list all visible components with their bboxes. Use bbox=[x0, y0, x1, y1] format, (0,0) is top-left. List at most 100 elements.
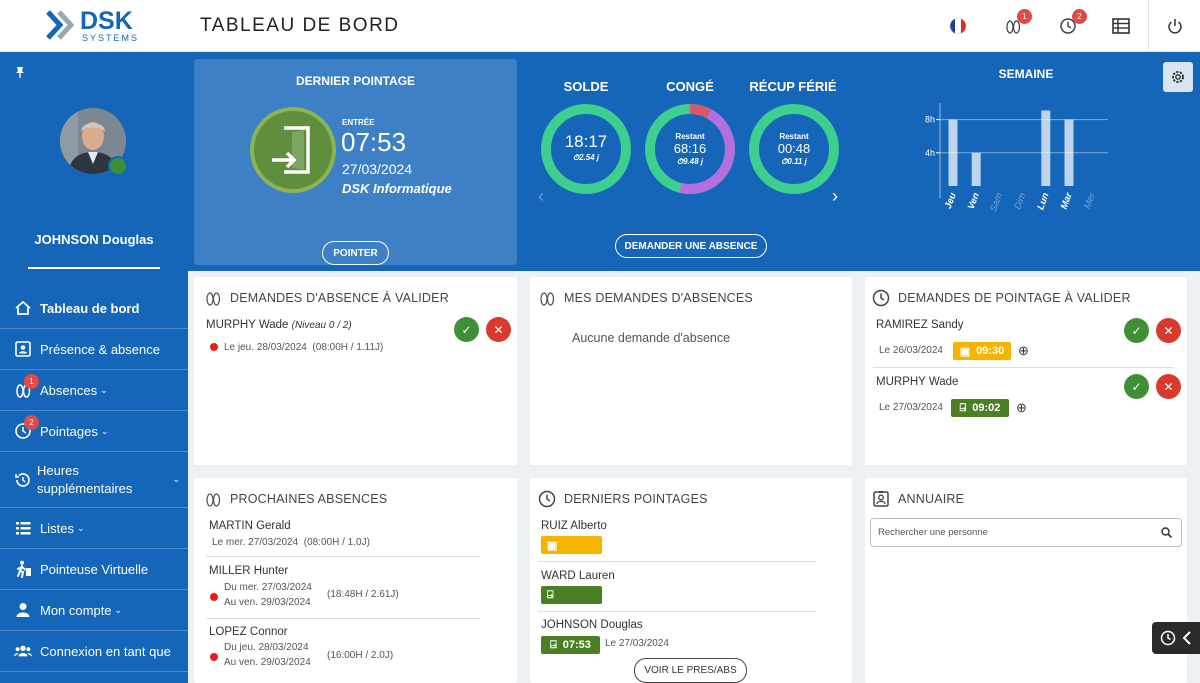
sidebar-item-pointeuse-virtuelle[interactable]: Pointeuse Virtuelle bbox=[0, 549, 188, 590]
sidebar-nav: Tableau de bord Présence & absence 1 Abs… bbox=[0, 288, 188, 672]
request-absence-button[interactable]: DEMANDER UNE ABSENCE bbox=[615, 234, 767, 258]
pointer-button[interactable]: POINTER bbox=[322, 241, 389, 265]
sidebar-item-label: Tableau de bord bbox=[40, 300, 140, 316]
x-tick-label: Jeu bbox=[943, 191, 959, 210]
flip-flops-icon bbox=[540, 292, 555, 306]
absences-notifications-button[interactable]: 1 bbox=[1000, 9, 1032, 39]
user-name: JOHNSON Douglas bbox=[34, 232, 154, 247]
punch-tag[interactable]: ⍈ bbox=[541, 586, 602, 604]
punch-date: Le 27/03/2024 bbox=[879, 402, 943, 413]
logout-button[interactable] bbox=[1148, 0, 1200, 52]
approve-button[interactable]: ✓ bbox=[1124, 318, 1149, 343]
briefcase-icon: ▣ bbox=[547, 539, 558, 552]
gauge-prev-arrow-icon[interactable]: ‹ bbox=[538, 186, 544, 207]
page-title: TABLEAU DE BORD bbox=[200, 15, 400, 36]
x-tick-label: Dim bbox=[1012, 191, 1028, 211]
last-punch-title: DERNIER POINTAGE bbox=[295, 74, 416, 88]
punch-date: 27/03/2024 bbox=[342, 161, 413, 177]
sidebar-item-label: Présence & absence bbox=[40, 341, 160, 357]
sidebar-item-pointages[interactable]: 2 Pointages ⌄ bbox=[0, 411, 188, 452]
sidebar-item-label: Pointeuse Virtuelle bbox=[40, 561, 149, 577]
approve-button[interactable]: ✓ bbox=[1124, 374, 1149, 399]
card-title: ANNUAIRE bbox=[898, 492, 965, 506]
divider bbox=[873, 367, 1173, 368]
gauge-next-arrow-icon[interactable]: › bbox=[832, 186, 838, 207]
chevron-down-icon: ⌄ bbox=[172, 474, 180, 484]
directory-search-input[interactable]: Rechercher une personne bbox=[870, 518, 1182, 547]
walking-person-icon bbox=[17, 560, 31, 578]
add-circle-icon[interactable]: ⊕ bbox=[1016, 400, 1027, 416]
online-status-dot bbox=[108, 156, 128, 176]
punch-tag[interactable]: ▣ bbox=[541, 536, 602, 554]
sidebar-item-absences[interactable]: 1 Absences ⌄ bbox=[0, 370, 188, 411]
y-tick-label: 4h bbox=[925, 148, 935, 158]
absence-hours: (08:00H / 1.11J) bbox=[312, 342, 384, 353]
punch-time-tag[interactable]: ⍈ 09:02 bbox=[951, 399, 1009, 417]
menu-grid-button[interactable] bbox=[1108, 13, 1134, 39]
absence-date: Le mer. 27/03/2024 bbox=[212, 537, 299, 548]
chevron-down-icon: ⌄ bbox=[100, 384, 108, 395]
sidebar-item-label: Mon compte bbox=[40, 602, 112, 618]
table-icon bbox=[1112, 18, 1130, 34]
gauge-recup: Restant 00:48 ⏱0.11 j bbox=[748, 103, 840, 195]
reject-button[interactable]: ✕ bbox=[1156, 374, 1181, 399]
briefcase-icon: ▣ bbox=[959, 345, 971, 358]
sidebar-item-connexion-en-tant-que[interactable]: Connexion en tant que bbox=[0, 631, 188, 672]
card-directory: ANNUAIRE bbox=[865, 478, 1187, 683]
x-tick-label: Mar bbox=[1059, 190, 1076, 211]
sidebar-item-heures-supplementaires[interactable]: Heures supplémentaires ⌄ bbox=[0, 452, 188, 508]
x-tick-label: Ven bbox=[966, 191, 982, 211]
solde-days: 2.54 j bbox=[579, 153, 600, 162]
sidebar-item-label: Connexion en tant que bbox=[40, 643, 171, 659]
dsk-logo[interactable]: DSK SYSTEMS bbox=[46, 7, 146, 44]
sidebar-item-presence-absence[interactable]: Présence & absence bbox=[0, 329, 188, 370]
absence-date-to: Au ven. 29/03/2024 bbox=[224, 597, 311, 608]
punch-date: Le 26/03/2024 bbox=[879, 345, 943, 356]
punch-time: 09:02 bbox=[972, 402, 1001, 414]
sidebar-item-mon-compte[interactable]: Mon compte ⌄ bbox=[0, 590, 188, 631]
punch-tag[interactable]: ⍈ 07:53 bbox=[541, 636, 600, 654]
view-presence-button[interactable]: VOIR LE PRES/ABS bbox=[634, 658, 747, 683]
pointages-notifications-button[interactable]: 2 bbox=[1055, 9, 1087, 39]
punch-time: 07:53 bbox=[562, 639, 591, 651]
absence-hours: (08:00H / 1.0J) bbox=[303, 537, 370, 548]
gauge-title-recup: RÉCUP FÉRIÉ bbox=[749, 79, 837, 94]
pin-icon[interactable] bbox=[14, 66, 26, 78]
card-title: PROCHAINES ABSENCES bbox=[230, 492, 388, 506]
sidebar-item-tableau-de-bord[interactable]: Tableau de bord bbox=[0, 288, 188, 329]
reject-button[interactable]: ✕ bbox=[486, 317, 511, 342]
punch-time-tag[interactable]: ▣ 09:30 bbox=[953, 342, 1011, 360]
absence-date: Le jeu. 28/03/2024 bbox=[224, 342, 307, 353]
absence-date-from: Du jeu. 28/03/2024 bbox=[224, 642, 309, 653]
x-tick-label: Mer bbox=[1082, 190, 1098, 210]
users-icon bbox=[14, 645, 32, 657]
card-last-punches: DERNIERS POINTAGES RUIZ Alberto ▣ WARD L… bbox=[530, 478, 852, 683]
absence-hours: (16:00H / 2.0J) bbox=[327, 650, 394, 661]
punch-type: ENTRÉE bbox=[342, 118, 375, 127]
history-toggle-button[interactable] bbox=[1152, 622, 1200, 654]
history-icon bbox=[15, 472, 30, 487]
conge-days: 9.48 j bbox=[683, 157, 704, 166]
last-punch-panel: DERNIER POINTAGE ENTRÉE 07:53 27/03/2024… bbox=[194, 59, 517, 265]
close-icon: ✕ bbox=[1163, 323, 1174, 338]
employee-name: WARD Lauren bbox=[541, 570, 615, 582]
approve-button[interactable]: ✓ bbox=[454, 317, 479, 342]
settings-button[interactable] bbox=[1163, 62, 1193, 92]
absence-date-to: Au ven. 29/03/2024 bbox=[224, 657, 311, 668]
check-icon: ✓ bbox=[1131, 323, 1142, 338]
employee-name: LOPEZ Connor bbox=[209, 626, 288, 638]
sidebar-item-label: Heures supplémentaires bbox=[37, 462, 133, 496]
card-absences-to-validate: DEMANDES D'ABSENCE À VALIDER MURPHY Wade… bbox=[194, 277, 517, 465]
sidebar-item-listes[interactable]: Listes ⌄ bbox=[0, 508, 188, 549]
employee-name: MARTIN Gerald bbox=[209, 520, 291, 532]
card-title: DERNIERS POINTAGES bbox=[564, 492, 708, 506]
clock-icon bbox=[1160, 630, 1176, 646]
bar bbox=[948, 119, 958, 186]
chevron-down-icon: ⌄ bbox=[100, 425, 109, 436]
sidebar-item-label: Pointages bbox=[40, 423, 98, 439]
reject-button[interactable]: ✕ bbox=[1156, 318, 1181, 343]
language-flag-button[interactable] bbox=[945, 13, 971, 39]
approval-level: (Niveau 0 / 2) bbox=[291, 320, 352, 331]
check-icon: ✓ bbox=[461, 322, 472, 337]
add-circle-icon[interactable]: ⊕ bbox=[1018, 343, 1029, 359]
